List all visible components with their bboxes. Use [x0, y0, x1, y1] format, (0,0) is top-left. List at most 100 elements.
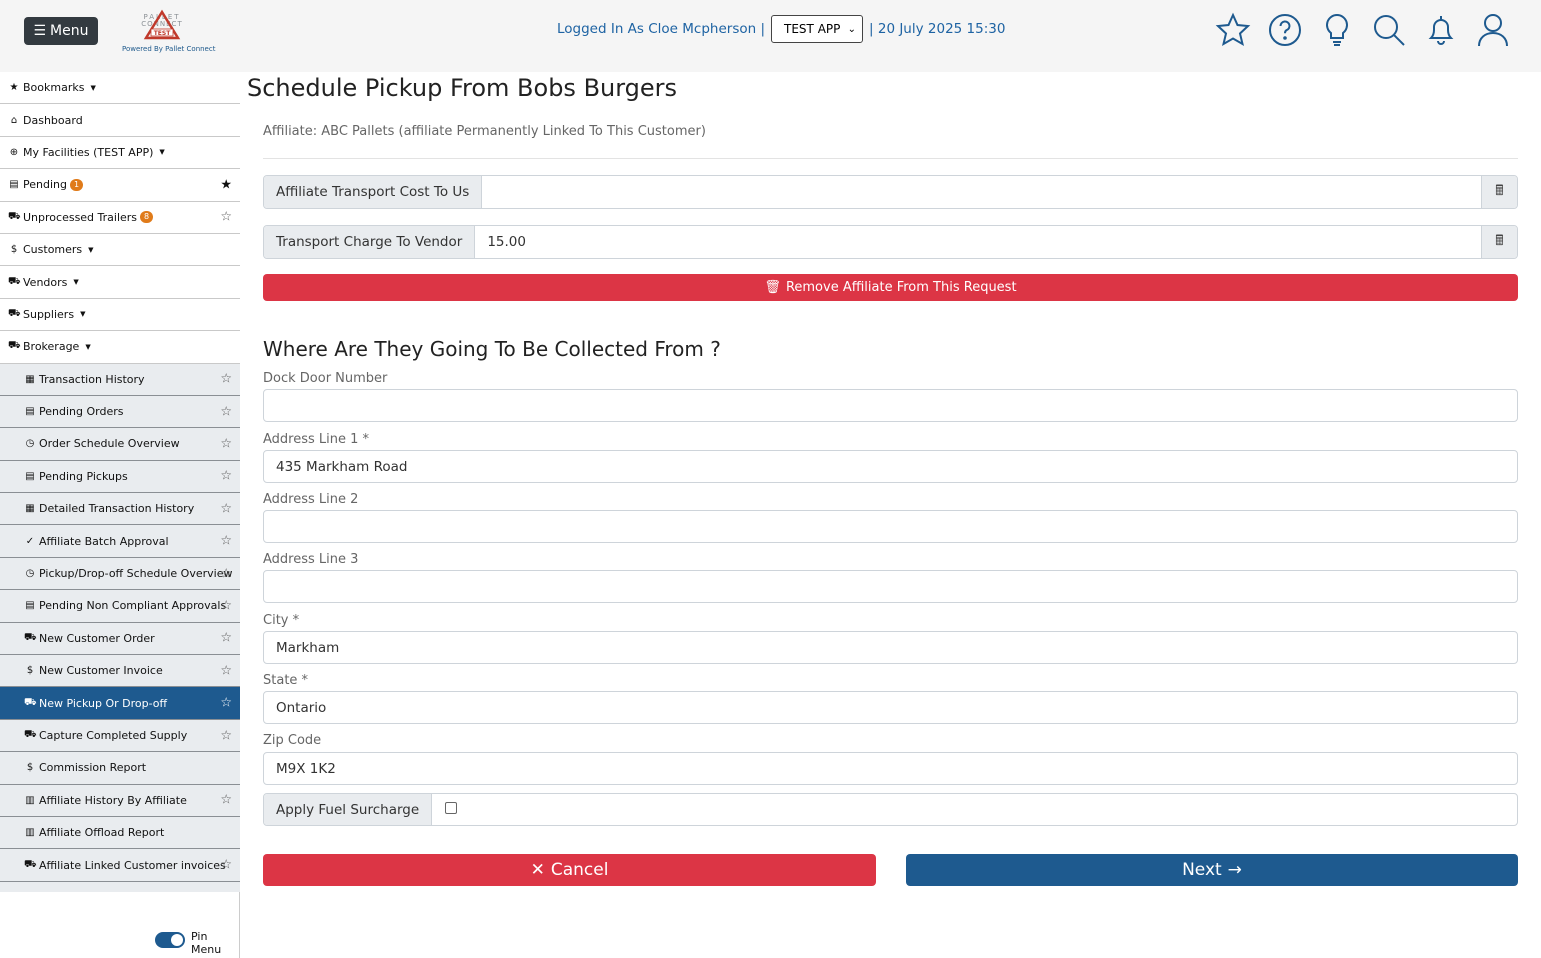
bookmark-star-icon[interactable]: ☆ — [220, 372, 232, 387]
sidebar-item-detailed-transaction-history[interactable]: ▦ Detailed Transaction History ☆ — [0, 493, 240, 526]
sidebar-item-affiliate-linked-customer-invoices[interactable]: ⛟ Affiliate Linked Customer invoices ☆ — [0, 849, 240, 882]
sidebar-footer: Pin Menu — [0, 892, 240, 958]
sidebar-item-affiliate-offload-report[interactable]: ▥ Affiliate Offload Report — [0, 816, 240, 850]
sidebar-item-brokerage[interactable]: ⛟ Brokerage ▼ — [0, 331, 240, 364]
zip-code-label: Zip Code — [263, 733, 322, 748]
bookmark-star-icon[interactable]: ☆ — [220, 404, 232, 419]
bookmark-star-icon[interactable]: ☆ — [220, 728, 232, 743]
truck-loading-icon: ⛟ — [24, 696, 37, 708]
sidebar-item-vendors[interactable]: ⛟ Vendors ▼ — [0, 266, 240, 299]
bookmark-star-icon[interactable]: ☆ — [220, 469, 232, 484]
bookmark-star-button[interactable] — [1215, 10, 1251, 50]
bookmark-star-icon[interactable]: ☆ — [220, 436, 232, 451]
divider — [263, 158, 1518, 159]
transport-charge-label: Transport Charge To Vendor — [264, 226, 476, 258]
table-icon: ▦ — [25, 503, 35, 515]
top-icons — [1215, 10, 1511, 50]
address-line-2-label: Address Line 2 — [263, 492, 359, 507]
zip-code-input[interactable]: M9X 1K2 — [263, 752, 1518, 785]
address-line-3-label: Address Line 3 — [263, 552, 359, 567]
profile-button[interactable] — [1475, 10, 1511, 50]
caret-down-icon: ▼ — [90, 83, 96, 92]
remove-affiliate-button[interactable]: 🗑 Remove Affiliate From This Request — [263, 274, 1518, 301]
dollar-icon: $ — [10, 244, 18, 256]
bookmark-star-icon[interactable]: ☆ — [220, 663, 232, 678]
help-button[interactable] — [1267, 10, 1303, 50]
bookmark-star-icon[interactable]: ☆ — [220, 210, 232, 225]
bookmark-star-icon[interactable]: ☆ — [220, 566, 232, 581]
transport-charge-group: Transport Charge To Vendor 15.00 🖩 — [263, 225, 1518, 259]
sidebar-item-transaction-history[interactable]: ▦ Transaction History ☆ — [0, 363, 240, 396]
sidebar-item-dashboard[interactable]: ⌂ Dashboard — [0, 104, 240, 137]
sidebar-item-pending[interactable]: ▤ Pending 1 ★ — [0, 169, 240, 202]
dock-door-input[interactable] — [263, 389, 1518, 422]
sidebar-item-label: New Customer Invoice — [39, 664, 163, 678]
search-button[interactable] — [1371, 10, 1407, 50]
main-content: Schedule Pickup From Bobs Burgers Affili… — [240, 72, 1541, 958]
fuel-surcharge-checkbox[interactable] — [445, 802, 458, 814]
sidebar-item-pending-non-compliant-approvals[interactable]: ▤ Pending Non Compliant Approvals ☆ — [0, 590, 240, 623]
address-line-1-input[interactable]: 435 Markham Road — [263, 450, 1518, 483]
truck-icon: ⛟ — [8, 307, 21, 319]
sidebar-item-capture-completed-supply[interactable]: ⛟ Capture Completed Supply ☆ — [0, 719, 240, 753]
bookmark-star-icon[interactable]: ★ — [220, 177, 232, 192]
sidebar-item-bookmarks[interactable]: ★ Bookmarks ▼ — [0, 72, 240, 105]
svg-text:CONNECT: CONNECT — [141, 20, 182, 28]
sidebar-item-order-schedule-overview[interactable]: ◷ Order Schedule Overview ☆ — [0, 428, 240, 461]
cancel-button[interactable]: ✕ Cancel — [263, 854, 876, 886]
sidebar-item-customers[interactable]: $ Customers ▼ — [0, 234, 240, 267]
chart-line-icon: ▥ — [25, 827, 35, 839]
notifications-button[interactable] — [1423, 10, 1459, 50]
sidebar-item-unprocessed-trailers[interactable]: ⛟ Unprocessed Trailers 8 ☆ — [0, 202, 240, 234]
sidebar-item-label: Customers — [23, 243, 83, 257]
sidebar-item-new-customer-invoice[interactable]: $ New Customer Invoice ☆ — [0, 655, 240, 688]
lightbulb-icon — [1326, 13, 1348, 46]
pin-menu-toggle[interactable] — [155, 932, 185, 948]
state-input[interactable]: Ontario — [263, 691, 1518, 724]
sidebar-item-label: Pending Pickups — [39, 469, 128, 483]
bookmark-star-icon[interactable]: ☆ — [220, 793, 232, 808]
clipboard-icon: ▤ — [25, 406, 35, 418]
bell-icon — [1428, 16, 1454, 45]
sidebar-item-pending-orders[interactable]: ▤ Pending Orders ☆ — [0, 395, 240, 429]
sidebar-item-label: My Facilities (TEST APP) — [23, 145, 154, 159]
app-select[interactable]: TEST APP ⌄ — [771, 15, 864, 43]
address-line-2-input[interactable] — [263, 510, 1518, 543]
sidebar-item-label: Transaction History — [39, 372, 145, 386]
sidebar-item-pickup-dropoff-schedule-overview[interactable]: ◷ Pickup/Drop-off Schedule Overview ☆ — [0, 557, 240, 591]
logo-caption: Powered By Pallet Connect — [122, 45, 216, 53]
next-button[interactable]: Next → — [906, 854, 1518, 886]
menu-button[interactable]: ☰ Menu — [24, 17, 98, 45]
sidebar-item-suppliers[interactable]: ⛟ Suppliers ▼ — [0, 299, 240, 332]
calculator-button[interactable]: 🖩 — [1481, 226, 1517, 258]
address-line-3-input[interactable] — [263, 570, 1518, 603]
bookmark-star-icon[interactable]: ☆ — [220, 631, 232, 646]
bookmark-star-icon[interactable]: ☆ — [220, 501, 232, 516]
bookmark-star-icon[interactable]: ☆ — [220, 534, 232, 549]
bookmark-star-icon[interactable]: ☆ — [220, 598, 232, 613]
sidebar-item-partial[interactable] — [0, 881, 240, 892]
tips-button[interactable] — [1319, 10, 1355, 50]
dollar-icon: $ — [26, 665, 34, 677]
sidebar-item-affiliate-history-by-affiliate[interactable]: ▥ Affiliate History By Affiliate ☆ — [0, 784, 240, 817]
transport-charge-input[interactable]: 15.00 — [475, 226, 1481, 258]
menu-button-label: Menu — [50, 23, 89, 39]
sidebar-item-label: Bookmarks — [23, 81, 85, 95]
pending-count-badge: 1 — [69, 178, 84, 191]
city-input[interactable]: Markham — [263, 631, 1518, 664]
sidebar-item-pending-pickups[interactable]: ▤ Pending Pickups ☆ — [0, 460, 240, 494]
bookmark-star-icon[interactable]: ☆ — [220, 858, 232, 873]
calculator-button[interactable]: 🖩 — [1481, 176, 1517, 208]
truck-icon: ⛟ — [8, 340, 21, 352]
affiliate-transport-cost-input[interactable] — [482, 176, 1481, 208]
bookmark-star-icon[interactable]: ☆ — [220, 696, 232, 711]
sidebar-item-new-customer-order[interactable]: ⛟ New Customer Order ☆ — [0, 622, 240, 656]
sidebar-item-new-pickup-or-dropoff[interactable]: ⛟ New Pickup Or Drop-off ☆ — [0, 687, 240, 720]
trash-icon: 🗑 — [764, 280, 781, 295]
arrow-right-icon: → — [1227, 860, 1242, 880]
sidebar-item-affiliate-batch-approval[interactable]: ✓ Affiliate Batch Approval ☆ — [0, 525, 240, 558]
fuel-surcharge-group: Apply Fuel Surcharge — [263, 793, 1518, 826]
truck-icon: ⛟ — [8, 210, 21, 222]
sidebar-item-commission-report[interactable]: $ Commission Report — [0, 752, 240, 785]
sidebar-item-my-facilities[interactable]: ⊕ My Facilities (TEST APP) ▼ — [0, 137, 240, 170]
